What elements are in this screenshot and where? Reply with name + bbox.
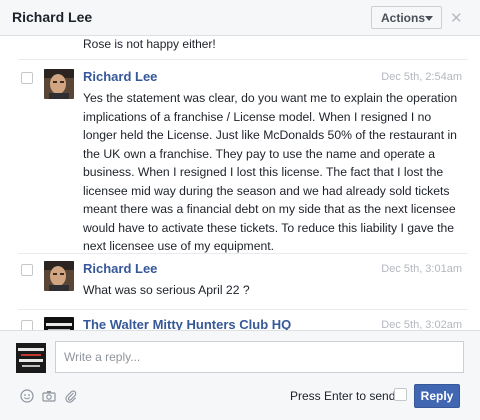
message-list[interactable]: Rose is not happy either! Richard Lee De… [0, 36, 480, 330]
conversation-header: Richard Lee Actions ✕ [0, 0, 480, 36]
reply-button[interactable]: Reply [414, 384, 460, 408]
message-line: business. When I resigned I lost this li… [83, 165, 444, 179]
close-icon[interactable]: ✕ [450, 9, 463, 27]
message-line: would have to activate these tickets. To… [83, 220, 455, 235]
camera-icon[interactable] [42, 389, 56, 403]
message-divider [18, 253, 468, 254]
message-timestamp: Dec 5th, 2:54am [381, 71, 462, 83]
message-line: What was so serious April 22 ? [83, 283, 250, 297]
message-line: Yes the statement was clear, do you want… [83, 91, 458, 105]
message-select-checkbox[interactable] [21, 72, 33, 84]
previous-message-tail: Rose is not happy either! [83, 37, 216, 51]
message-line: implications of a franchise / License mo… [83, 109, 432, 124]
press-enter-label: Press Enter to send [290, 389, 396, 403]
attachment-icon[interactable] [64, 389, 78, 403]
message-timestamp: Dec 5th, 3:02am [381, 319, 462, 330]
message-body: Yes the statement was clear, do you want… [83, 89, 468, 256]
message-line: meant there was a financial debt on my s… [83, 202, 456, 216]
avatar[interactable] [44, 261, 74, 291]
press-enter-checkbox[interactable] [394, 388, 407, 401]
message-sender-link[interactable]: The Walter Mitty Hunters Club HQ [83, 317, 291, 330]
reply-input[interactable] [55, 341, 464, 373]
actions-dropdown-button[interactable]: Actions [371, 6, 442, 29]
actions-label: Actions [381, 11, 426, 25]
message-line: licensee mid way during the season and w… [83, 183, 450, 198]
message-line: longer held the License. Just like McDon… [83, 128, 457, 142]
message-select-checkbox[interactable] [21, 320, 33, 330]
avatar [16, 343, 46, 373]
message-timestamp: Dec 5th, 3:01am [381, 263, 462, 275]
message-select-checkbox[interactable] [21, 264, 33, 276]
reply-composer: Press Enter to send Reply [0, 330, 480, 420]
walter-mitty-logo-icon [16, 343, 46, 373]
chevron-down-icon [425, 16, 433, 21]
message-sender-link[interactable]: Richard Lee [83, 69, 157, 84]
conversation-title: Richard Lee [12, 9, 93, 25]
message-divider [18, 59, 468, 60]
avatar[interactable] [44, 69, 74, 99]
walter-mitty-logo-icon [44, 317, 74, 330]
richard-lee-photo-icon [44, 69, 74, 99]
emoji-icon[interactable] [20, 389, 34, 403]
message-body: What was so serious April 22 ? [83, 281, 468, 300]
message-line: the UK own a franchise. They pay to use … [83, 146, 436, 161]
richard-lee-photo-icon [44, 261, 74, 291]
message-divider [18, 309, 468, 310]
avatar[interactable] [44, 317, 74, 330]
message-sender-link[interactable]: Richard Lee [83, 261, 157, 276]
